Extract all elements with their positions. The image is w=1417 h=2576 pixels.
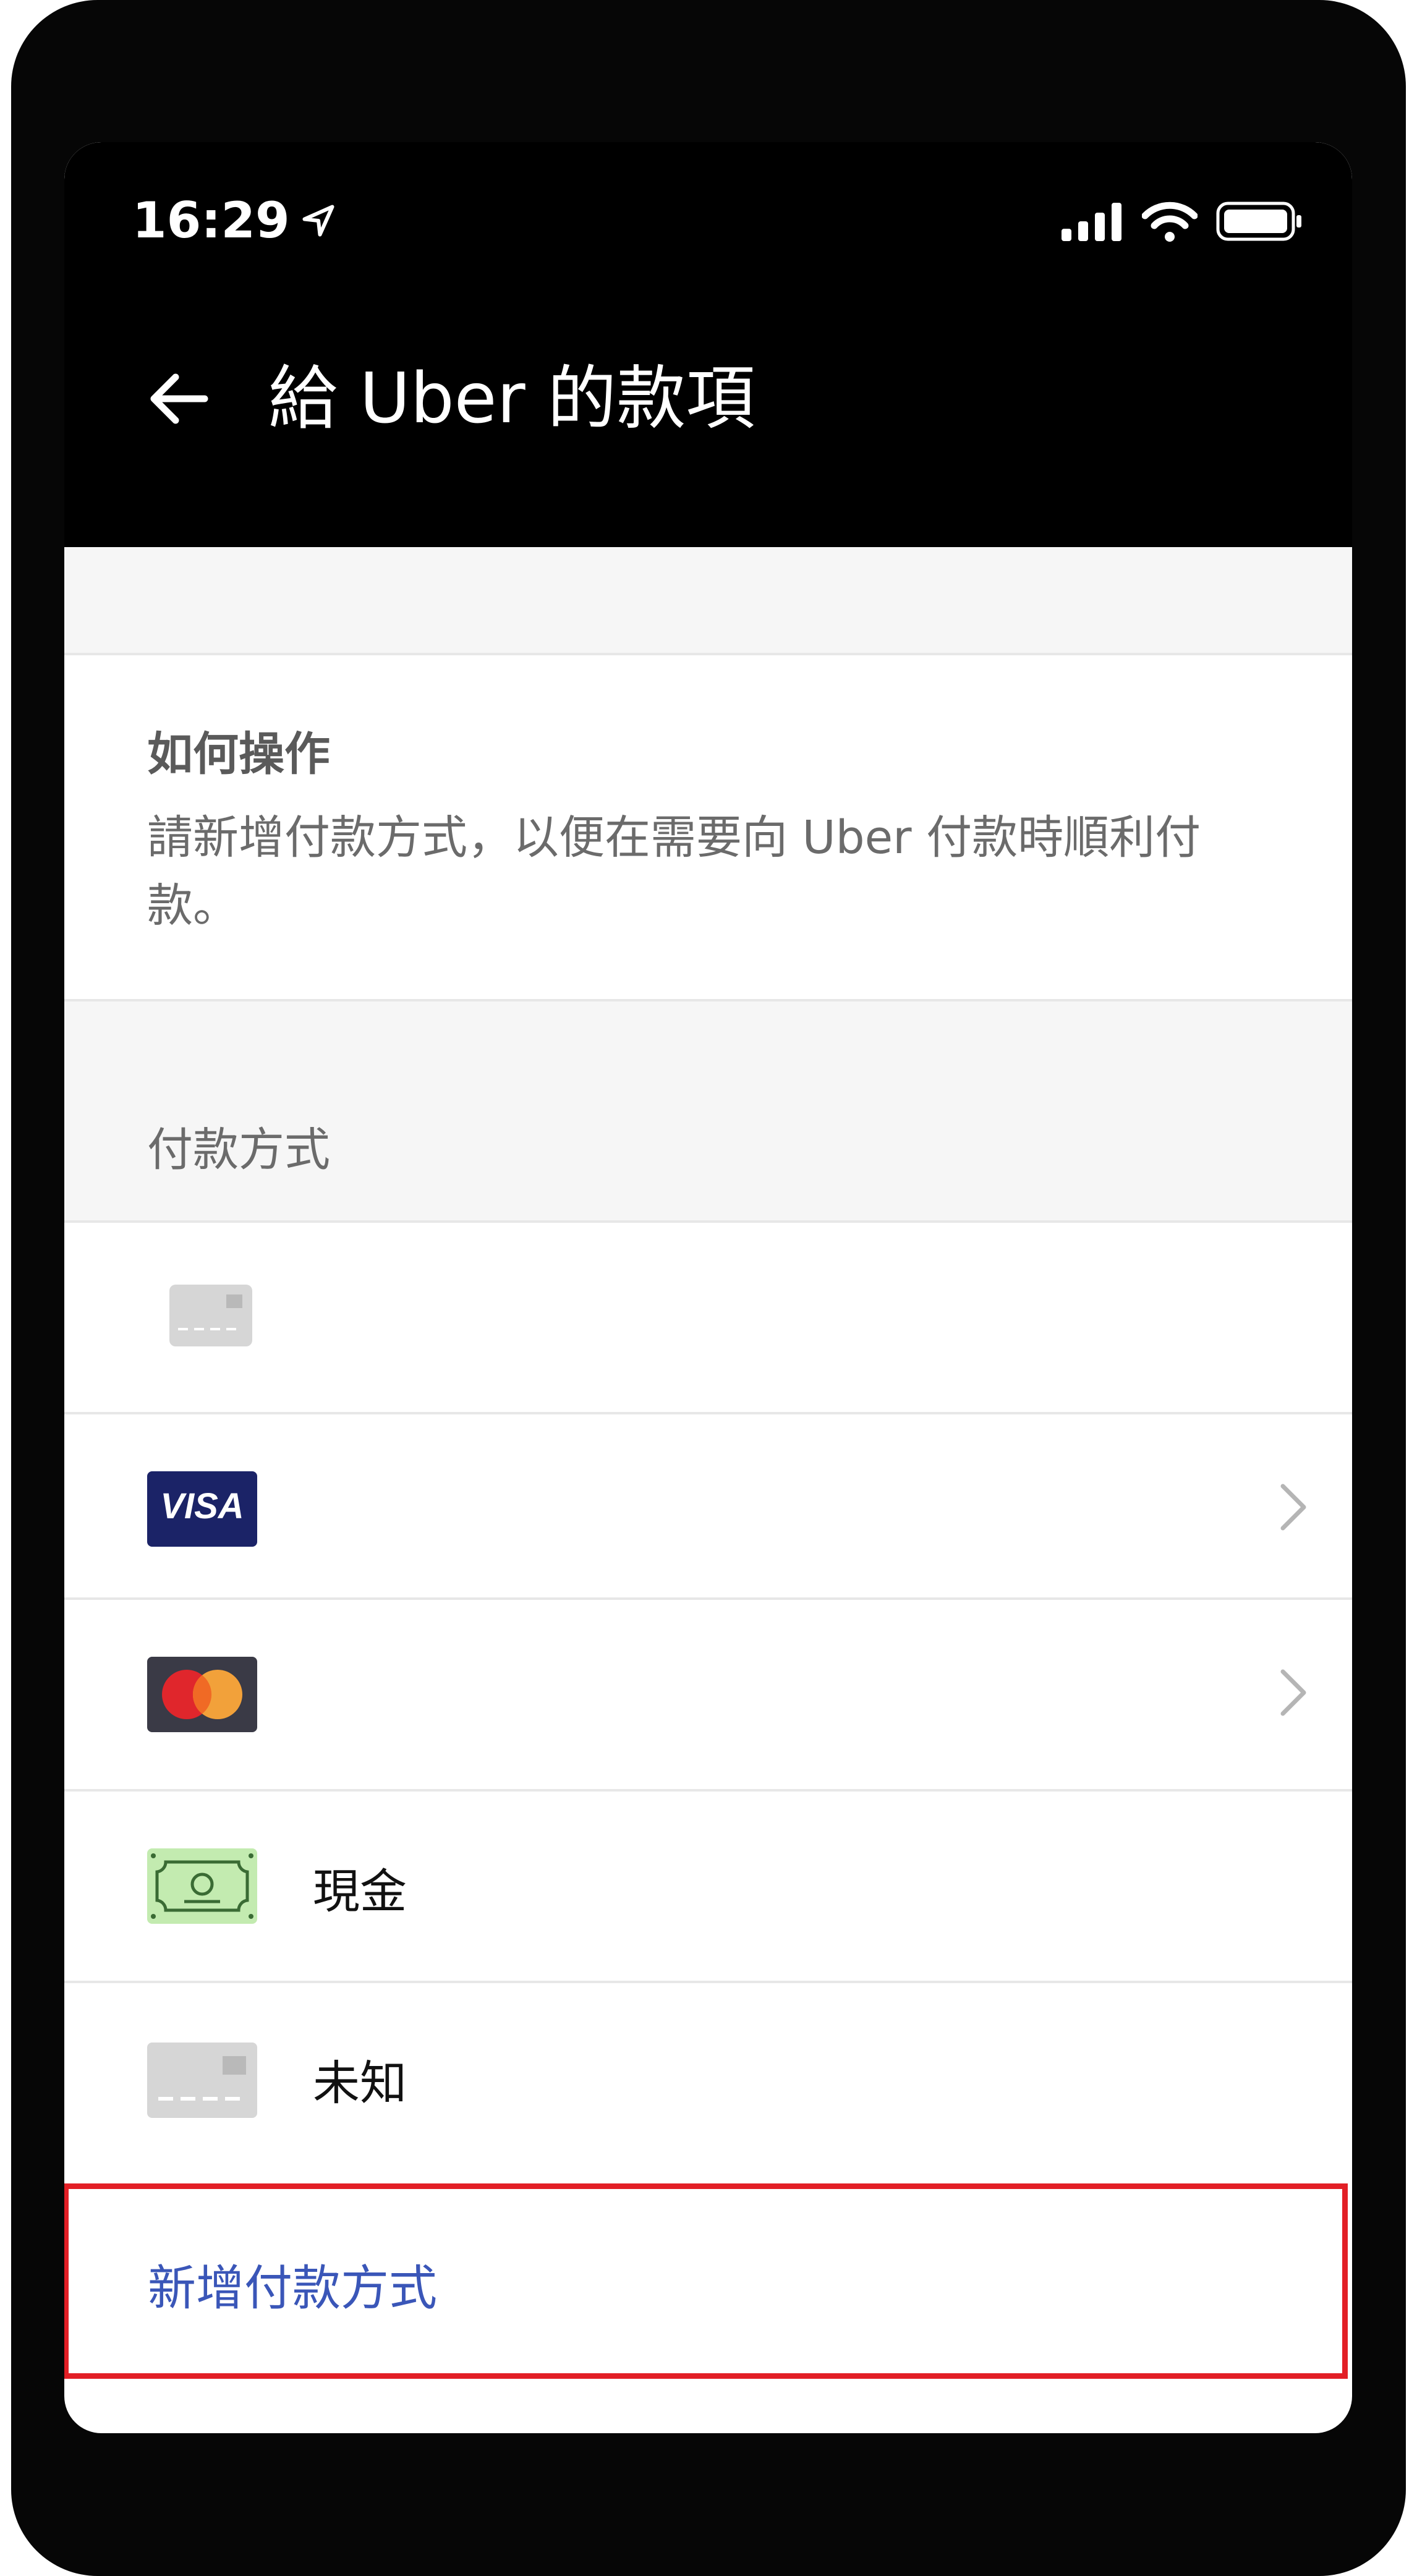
generic-card-icon bbox=[169, 1285, 252, 1349]
title-row: 給 Uber 的款項 bbox=[64, 359, 1352, 439]
status-time: 16:29 bbox=[132, 192, 337, 249]
status-icons bbox=[1062, 201, 1303, 242]
how-it-works-title: 如何操作 bbox=[147, 728, 330, 781]
payment-methods-header bbox=[64, 1001, 1352, 1222]
mastercard-icon bbox=[147, 1657, 257, 1735]
chevron-right-icon bbox=[1278, 1482, 1309, 1534]
payment-method-row[interactable] bbox=[64, 1223, 1352, 1412]
unknown-card-icon bbox=[147, 2043, 257, 2120]
payment-method-row-visa[interactable]: VISA bbox=[64, 1414, 1352, 1597]
page-title: 給 Uber 的款項 bbox=[268, 359, 755, 439]
back-button[interactable] bbox=[145, 368, 213, 430]
payment-method-row-mastercard[interactable] bbox=[64, 1600, 1352, 1789]
top-spacer bbox=[64, 547, 1352, 655]
wifi-icon bbox=[1142, 202, 1198, 242]
payment-method-label-unknown: 未知 bbox=[313, 2055, 407, 2111]
add-payment-method-label: 新增付款方式 bbox=[148, 2261, 438, 2316]
cash-icon bbox=[147, 1848, 257, 1926]
payment-method-row-cash[interactable]: 現金 bbox=[64, 1792, 1352, 1981]
visa-icon: VISA bbox=[147, 1471, 257, 1549]
battery-icon bbox=[1216, 202, 1301, 241]
location-arrow-icon bbox=[302, 205, 334, 236]
add-payment-method-button[interactable]: 新增付款方式 bbox=[64, 2183, 1348, 2379]
payment-method-label-cash: 現金 bbox=[313, 1864, 407, 1919]
how-it-works-description: 請新增付款方式，以便在需要向 Uber 付款時順利付款。 bbox=[147, 811, 1201, 932]
phone-frame: 16:29 給 Uber 的款項 如何操作 請新增付款方式，以便在需要向 Ube… bbox=[11, 0, 1406, 2576]
back-arrow-icon bbox=[150, 373, 208, 424]
payment-methods-label: 付款方式 bbox=[147, 1123, 330, 1176]
signal-icon bbox=[1062, 203, 1121, 241]
status-time-text: 16:29 bbox=[132, 192, 290, 249]
payment-method-row-unknown[interactable]: 未知 bbox=[64, 1983, 1352, 2181]
how-it-works-section: 如何操作 請新增付款方式，以便在需要向 Uber 付款時順利付款。 bbox=[64, 655, 1352, 1000]
chevron-right-icon bbox=[1278, 1668, 1309, 1720]
screen: 16:29 給 Uber 的款項 如何操作 請新增付款方式，以便在需要向 Ube… bbox=[64, 142, 1352, 2433]
svg-text:VISA: VISA bbox=[160, 1486, 244, 1526]
app-header: 16:29 給 Uber 的款項 bbox=[64, 142, 1352, 547]
